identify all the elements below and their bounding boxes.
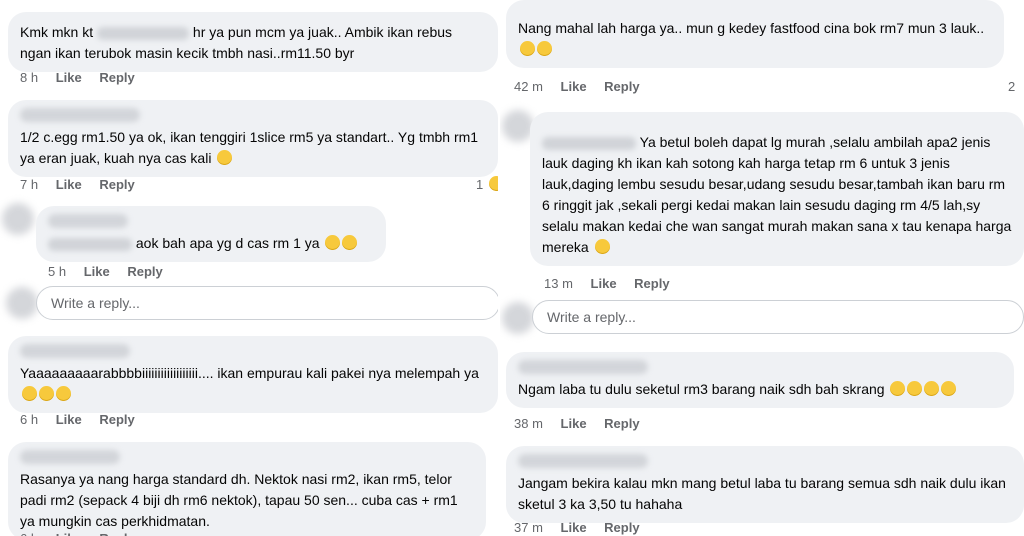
like-button[interactable]: Like xyxy=(56,70,82,85)
blurred-author-name xyxy=(20,108,140,122)
comment-meta: 42 m Like Reply xyxy=(514,79,640,94)
blurred-author-name xyxy=(518,360,648,374)
comment-meta: 37 m Like Reply xyxy=(514,520,640,535)
reaction-count[interactable]: 2 xyxy=(1008,79,1015,94)
comment-meta: 38 m Like Reply xyxy=(514,416,640,431)
blurred-author-name xyxy=(20,450,120,464)
laughing-emoji-icon xyxy=(941,381,957,396)
comment-bubble: Ya betul boleh dapat lg murah ,selalu am… xyxy=(530,112,1024,266)
avatar[interactable] xyxy=(2,203,34,235)
laughing-emoji-icon xyxy=(22,386,37,401)
comment-bubble: Rasanya ya nang harga standard dh. Nekto… xyxy=(8,442,486,536)
blurred-name xyxy=(97,26,190,40)
laughing-emoji-icon xyxy=(56,386,71,401)
like-button[interactable]: Like xyxy=(561,416,587,431)
reply-input[interactable]: Write a reply... xyxy=(532,300,1024,334)
like-button[interactable]: Like xyxy=(84,264,110,279)
comment-bubble: Jangam bekira kalau mkn mang betul laba … xyxy=(506,446,1024,523)
grinning-sweat-emoji-icon xyxy=(594,239,610,254)
comment-meta: 8 h Like Reply xyxy=(20,70,135,85)
comment-bubble: Kmk mkn kt hr ya pun mcm ya juak.. Ambik… xyxy=(8,12,498,72)
grinning-emoji-icon xyxy=(520,41,535,56)
laughing-emoji-icon xyxy=(890,381,906,396)
reply-button[interactable]: Reply xyxy=(634,276,669,291)
blurred-author-name xyxy=(542,136,636,150)
like-button[interactable]: Like xyxy=(591,276,617,291)
comment-meta: 6 h Like Reply xyxy=(20,530,149,536)
reply-button[interactable]: Reply xyxy=(99,177,134,192)
left-comments-panel: Kmk mkn kt hr ya pun mcm ya juak.. Ambik… xyxy=(0,0,500,536)
right-comments-panel: Nang mahal lah harga ya.. mun g kedey fa… xyxy=(500,0,1024,536)
like-button[interactable]: Like xyxy=(561,520,587,535)
comment-bubble: 1/2 c.egg rm1.50 ya ok, ikan tenggiri 1s… xyxy=(8,100,498,177)
comment-bubble: aok bah apa yg d cas rm 1 ya xyxy=(36,206,386,262)
reply-button[interactable]: Reply xyxy=(604,520,639,535)
laughing-emoji-icon xyxy=(907,381,923,396)
comment-bubble: Nang mahal lah harga ya.. mun g kedey fa… xyxy=(506,0,1004,68)
reply-button[interactable]: Reply xyxy=(99,531,134,536)
laughing-emoji-icon xyxy=(342,235,358,250)
like-button[interactable]: Like xyxy=(56,531,82,536)
comment-meta: 7 h Like Reply xyxy=(20,177,135,192)
laughing-emoji-icon xyxy=(39,386,54,401)
laughing-emoji-icon xyxy=(924,381,940,396)
reply-button[interactable]: Reply xyxy=(99,70,134,85)
comment-bubble: Yaaaaaaaaarabbbbiiiiiiiiiiiiiiiiii.... i… xyxy=(8,336,498,413)
blurred-author-name xyxy=(20,344,130,358)
comment-meta: 6 h Like Reply xyxy=(20,412,135,427)
blurred-author-name xyxy=(518,454,648,468)
blurred-author-name xyxy=(48,214,128,228)
laughing-emoji-icon xyxy=(325,235,341,250)
laughing-emoji-icon xyxy=(217,150,233,165)
like-button[interactable]: Like xyxy=(561,79,587,94)
comment-meta: 5 h Like Reply xyxy=(48,264,163,279)
reply-input[interactable]: Write a reply... xyxy=(36,286,500,320)
comment-bubble: Ngam laba tu dulu seketul rm3 barang nai… xyxy=(506,352,1014,408)
avatar xyxy=(6,287,38,319)
like-button[interactable]: Like xyxy=(56,177,82,192)
like-button[interactable]: Like xyxy=(56,412,82,427)
reply-button[interactable]: Reply xyxy=(99,412,134,427)
blurred-mention xyxy=(48,237,132,251)
reply-button[interactable]: Reply xyxy=(604,79,639,94)
reaction-count[interactable]: 1 xyxy=(476,176,500,192)
comment-meta: 13 m Like Reply xyxy=(544,276,670,291)
grinning-emoji-icon xyxy=(537,41,552,56)
reply-button[interactable]: Reply xyxy=(127,264,162,279)
reply-button[interactable]: Reply xyxy=(604,416,639,431)
avatar xyxy=(502,302,534,334)
